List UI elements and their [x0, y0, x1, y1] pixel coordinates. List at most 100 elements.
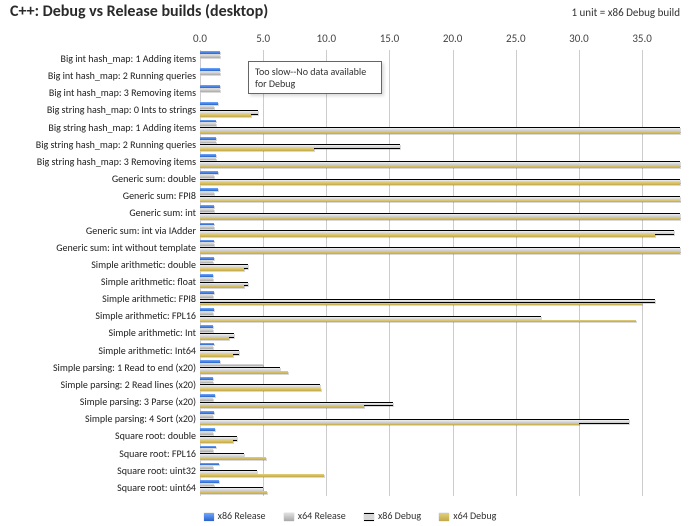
swatch-x86-release — [204, 513, 214, 521]
bar — [200, 394, 215, 397]
category-label: Generic sum: int via IAdder — [0, 222, 196, 239]
category-label: Big string hash_map: 0 Ints to strings — [0, 101, 196, 118]
bar — [200, 428, 215, 431]
bar — [200, 291, 214, 294]
chart-row: Big string hash_map: 2 Running queries — [0, 136, 680, 153]
chart-row: Big string hash_map: 1 Adding items — [0, 119, 680, 136]
bar — [200, 234, 655, 237]
bar — [200, 120, 216, 123]
category-label: Big string hash_map: 1 Adding items — [0, 119, 196, 136]
bar — [200, 343, 214, 346]
category-label: Generic sum: int — [0, 204, 196, 221]
row-bars — [200, 359, 680, 376]
category-label: Simple parsing: 4 Sort (x20) — [0, 410, 196, 427]
legend-label: x64 Release — [298, 509, 346, 522]
row-bars — [200, 462, 680, 479]
bar — [200, 354, 233, 357]
bar — [200, 440, 233, 443]
x-tick-label: 25.0 — [506, 32, 526, 45]
row-bars — [200, 307, 680, 324]
category-label: Simple arithmetic: double — [0, 256, 196, 273]
x-tick-label: 5.0 — [256, 32, 270, 45]
bar — [200, 278, 213, 281]
bar — [200, 171, 218, 174]
category-label: Simple parsing: 1 Read to end (x20) — [0, 359, 196, 376]
bar — [200, 405, 364, 408]
category-label: Simple arithmetic: Int — [0, 324, 196, 341]
swatch-x86-debug — [364, 513, 374, 521]
bar — [200, 51, 220, 54]
row-bars — [200, 187, 680, 204]
x-tick-label: 35.0 — [632, 32, 652, 45]
legend-item-x86-debug: x86 Debug — [364, 509, 421, 522]
bar — [200, 226, 214, 229]
category-label: Big int hash_map: 2 Running queries — [0, 67, 196, 84]
bar — [200, 85, 220, 88]
row-bars — [200, 101, 680, 118]
row-bars — [200, 170, 680, 187]
bar — [200, 175, 214, 178]
chart-row: Generic sum: int without template — [0, 239, 680, 256]
bar — [200, 398, 213, 401]
x-tick-label: 15.0 — [380, 32, 400, 45]
bar — [200, 329, 213, 332]
chart-row: Simple parsing: 2 Read lines (x20) — [0, 376, 680, 393]
row-bars — [200, 445, 680, 462]
x-tick-label: 20.0 — [443, 32, 463, 45]
row-bars — [200, 376, 680, 393]
bar — [200, 217, 680, 220]
row-bars — [200, 239, 680, 256]
bar — [200, 474, 324, 477]
bar — [200, 200, 680, 203]
chart-row: Simple arithmetic: Int64 — [0, 342, 680, 359]
bar — [200, 205, 214, 208]
bar — [200, 123, 216, 126]
bar — [200, 360, 220, 363]
bar — [200, 192, 214, 195]
chart-title: C++: Debug vs Release builds (desktop) — [0, 2, 268, 21]
chart-row: Generic sum: int — [0, 204, 680, 221]
chart-row: Square root: FPL16 — [0, 445, 680, 462]
row-bars — [200, 393, 680, 410]
row-bars — [200, 119, 680, 136]
category-label: Generic sum: int without template — [0, 239, 196, 256]
legend-label: x86 Release — [218, 509, 266, 522]
category-label: Big int hash_map: 3 Removing items — [0, 84, 196, 101]
chart-row: Simple arithmetic: float — [0, 273, 680, 290]
bar — [200, 285, 244, 288]
row-bars — [200, 324, 680, 341]
category-label: Simple arithmetic: FPL16 — [0, 307, 196, 324]
x-tick-label: 0.0 — [193, 32, 207, 45]
category-label: Square root: uint32 — [0, 462, 196, 479]
bar — [200, 158, 216, 161]
bar — [200, 446, 216, 449]
bar — [200, 102, 218, 105]
bar — [200, 295, 213, 298]
chart-row: Big string hash_map: 0 Ints to strings — [0, 101, 680, 118]
swatch-x64-debug — [439, 513, 449, 521]
row-bars — [200, 136, 680, 153]
bar — [200, 274, 213, 277]
row-bars — [200, 153, 680, 170]
legend-item-x64-debug: x64 Debug — [439, 509, 496, 522]
bar — [200, 114, 251, 117]
row-bars — [200, 204, 680, 221]
bar — [200, 72, 220, 75]
bar — [200, 141, 216, 144]
bar — [200, 484, 214, 487]
category-label: Simple arithmetic: float — [0, 273, 196, 290]
row-bars — [200, 222, 680, 239]
bar — [200, 154, 216, 157]
chart-row: Square root: double — [0, 427, 680, 444]
category-label: Square root: double — [0, 427, 196, 444]
row-bars — [200, 479, 680, 496]
chart-row: Generic sum: double — [0, 170, 680, 187]
bar — [200, 165, 680, 168]
bar — [200, 415, 213, 418]
bar — [200, 411, 214, 414]
category-label: Big string hash_map: 2 Running queries — [0, 136, 196, 153]
x-tick-label: 10.0 — [317, 32, 337, 45]
bar — [200, 312, 213, 315]
bar — [200, 308, 214, 311]
legend: x86 Release x64 Release x86 Debug x64 De… — [0, 509, 700, 522]
